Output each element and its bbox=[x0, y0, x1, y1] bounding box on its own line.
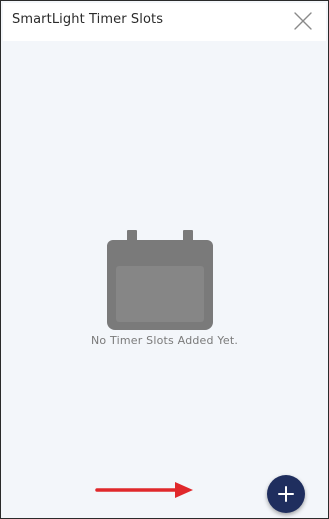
add-timer-slot-button[interactable] bbox=[267, 475, 305, 513]
close-button[interactable] bbox=[292, 10, 314, 32]
header-bar: SmartLight Timer Slots bbox=[3, 3, 326, 41]
empty-state: No Timer Slots Added Yet. bbox=[1, 230, 328, 360]
calendar-icon bbox=[107, 230, 213, 330]
app-window: SmartLight Timer Slots No Timer Slots Ad… bbox=[0, 0, 329, 519]
empty-state-message: No Timer Slots Added Yet. bbox=[90, 334, 239, 347]
page-title: SmartLight Timer Slots bbox=[12, 12, 164, 27]
close-icon bbox=[294, 12, 312, 30]
arrow-right-icon bbox=[95, 482, 193, 498]
plus-icon bbox=[278, 486, 294, 502]
